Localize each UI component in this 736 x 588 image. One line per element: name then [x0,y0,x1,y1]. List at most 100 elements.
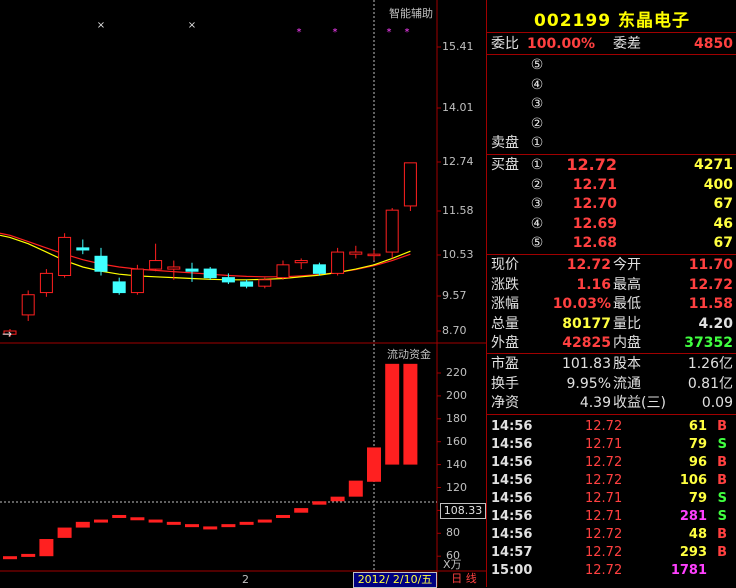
flow-bar [367,447,381,482]
flow-bar [330,496,345,502]
stat-label: 内盘 [613,335,641,352]
buy-label: 买盘 [491,157,519,173]
buy-volume: 4271 [694,157,733,173]
fund-value: 101.83 [562,356,611,372]
stat-label: 涨幅 [491,296,519,313]
candle-body [58,236,72,276]
price-tick: 10.53 [442,248,474,261]
flow-label: 流动资金 [387,348,431,361]
candle-body [149,260,163,270]
signal-marker: × [188,20,196,31]
stat-row: 涨幅 10.03% 最低 11.58 [487,295,736,313]
level-badge: ① [530,157,544,173]
buy-row: ③ 12.70 67 [487,195,736,213]
buy-volume: 67 [713,235,733,252]
price-tick: 9.57 [442,289,467,302]
flow-tick: 180 [446,411,467,425]
tick-time: 14:56 [491,473,533,488]
flow-bar [257,519,272,523]
current-flow-value: 108.33 [440,503,486,519]
tick-volume: 293 [679,545,707,560]
price-tick: 15.41 [442,40,474,53]
stat-label: 最低 [613,296,641,313]
tick-time: 15:00 [491,563,533,578]
tick-price: 12.72 [585,473,623,488]
tick-price: 12.72 [585,527,623,542]
fund-row: 净资 4.39 收益(三) 0.09 [487,394,736,412]
price-tick: 8.70 [442,324,467,337]
flow-bar [75,521,90,528]
weicha-value: 4850 [694,36,733,52]
flow-bar [148,519,163,523]
flow-bar [203,526,218,530]
tick-price: 12.72 [585,545,623,560]
candle-body [349,251,363,255]
candle-body [385,209,399,253]
level-badge: ③ [530,96,544,113]
tick-time: 14:56 [491,437,533,452]
price-tick: 12.74 [442,155,474,168]
sell-row: ⑤ [487,56,736,74]
tick-side: B [717,455,727,470]
flow-bar [39,539,54,557]
candle-body [39,272,53,294]
stat-value: 12.72 [566,257,611,273]
tick-side: S [717,509,727,524]
signal-marker: * [297,27,302,38]
stat-row: 总量 80177 量比 4.20 [487,315,736,333]
stock-name: 东晶电子 [617,11,690,31]
tick-price: 12.71 [585,491,623,506]
tick-price: 12.72 [585,419,623,434]
stat-value: 10.03% [552,296,611,313]
stat-label: 现价 [491,257,519,273]
candle-body [185,268,199,272]
tick-volume: 96 [688,455,707,470]
buy-price: 12.70 [572,196,617,213]
signal-marker: * [405,27,410,38]
level-badge: ⑤ [530,57,544,73]
buy-row: ⑤ 12.68 67 [487,234,736,252]
stat-row: 外盘 42825 内盘 37352 [487,334,736,352]
stock-header: 002199 东晶电子 [487,6,736,31]
stat-label: 最高 [613,276,641,293]
tick-row: 14:56 12.72 48 B [487,526,736,544]
flow-bar [348,480,363,497]
level-badge: ④ [530,76,544,93]
buy-price: 12.69 [572,215,617,232]
weibi-value: 100.00% [527,36,596,52]
stat-label: 量比 [613,315,641,332]
stat-value: 11.58 [688,296,733,313]
flow-bar [3,556,17,560]
period-tab[interactable]: 日 线 [443,572,485,586]
stat-label: 外盘 [491,335,519,352]
chart-area[interactable]: × × * * * * 智能辅助 流动资金 15.41 14.01 12.74 11.58 10.… [0,0,486,588]
tick-row: 14:56 12.71 79 S [487,436,736,454]
candle-body [276,264,290,279]
flow-bar [185,524,199,528]
tick-side: B [717,419,727,434]
tick-side: S [717,437,727,452]
tick-row: 14:57 12.72 293 B [487,544,736,562]
tick-volume: 281 [679,509,707,524]
signal-marker: * [333,27,338,38]
tick-side: S [717,491,727,506]
kline-chart[interactable]: × × * * * * [0,0,486,587]
candle-body [367,253,381,257]
flow-bar [21,553,36,557]
stat-row: 涨跌 1.16 最高 12.72 [487,276,736,294]
buy-volume: 400 [703,176,733,193]
candle-body [203,268,217,279]
fund-value: 0.09 [701,395,733,412]
candle-body [403,162,417,207]
arrow-icon: → [2,327,13,341]
candle-body [331,251,345,274]
price-tick: 11.58 [442,204,474,217]
flow-tick: 140 [446,457,467,471]
tick-time: 14:56 [491,527,533,542]
flow-bar [221,524,236,528]
level-badge: ③ [530,196,544,213]
tick-row: 14:56 12.71 281 S [487,508,736,526]
stat-label: 总量 [491,315,519,332]
flow-bar [130,517,145,521]
tick-volume: 79 [688,437,707,452]
